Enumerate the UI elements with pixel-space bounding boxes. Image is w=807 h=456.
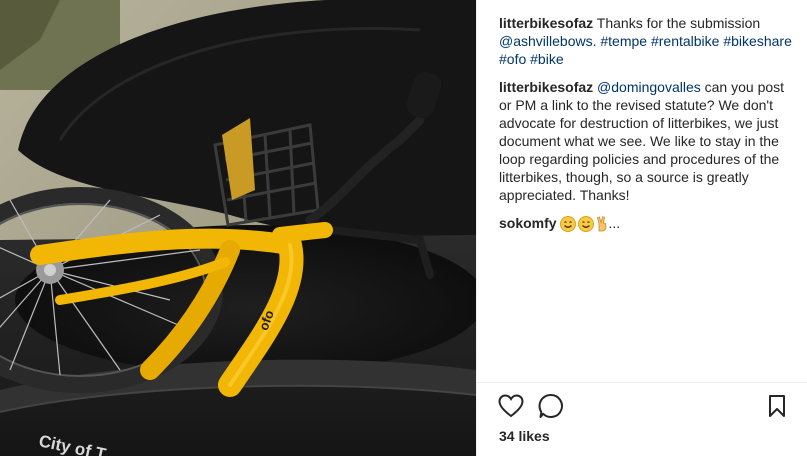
comment: litterbikesofaz @domingovalles can you p… (499, 78, 799, 204)
divider (477, 382, 807, 383)
mention-link[interactable]: @domingovalles (597, 79, 701, 95)
emoji-group (560, 216, 608, 233)
comment: sokomfy ... (499, 214, 799, 233)
smiling-face-emoji (560, 216, 577, 233)
comment-username[interactable]: litterbikesofaz (499, 15, 593, 31)
hashtag-link[interactable]: #rentalbike (651, 33, 720, 49)
hashtag-link[interactable]: #bikeshare (723, 33, 792, 49)
bookmark-icon[interactable] (763, 392, 791, 420)
comment-username[interactable]: sokomfy (499, 215, 557, 231)
comment-list: litterbikesofaz Thanks for the submissio… (499, 14, 799, 242)
comment-bubble-icon[interactable] (537, 392, 565, 420)
instagram-post: City of T ofo litterbikesofaz Thanks for… (0, 0, 807, 456)
mention-link[interactable]: @ashvillebows. (499, 33, 596, 49)
post-side-panel: litterbikesofaz Thanks for the submissio… (476, 0, 807, 456)
comment-text: can you post or PM a link to the revised… (499, 79, 785, 203)
comment: litterbikesofaz Thanks for the submissio… (499, 14, 799, 68)
comment-text: Thanks for the submission (593, 15, 761, 31)
comment-username[interactable]: litterbikesofaz (499, 79, 593, 95)
smiling-face-emoji (578, 216, 595, 233)
like-count[interactable]: 34 likes (499, 428, 550, 444)
comment-text: ... (608, 215, 621, 231)
post-photo[interactable]: City of T ofo (0, 0, 476, 456)
hashtag-link[interactable]: #ofo (499, 51, 526, 67)
hashtag-link[interactable]: #tempe (600, 33, 647, 49)
heart-icon[interactable] (497, 392, 525, 420)
hashtag-link[interactable]: #bike (530, 51, 563, 67)
victory-hand-emoji (597, 216, 607, 232)
action-bar (497, 392, 791, 420)
